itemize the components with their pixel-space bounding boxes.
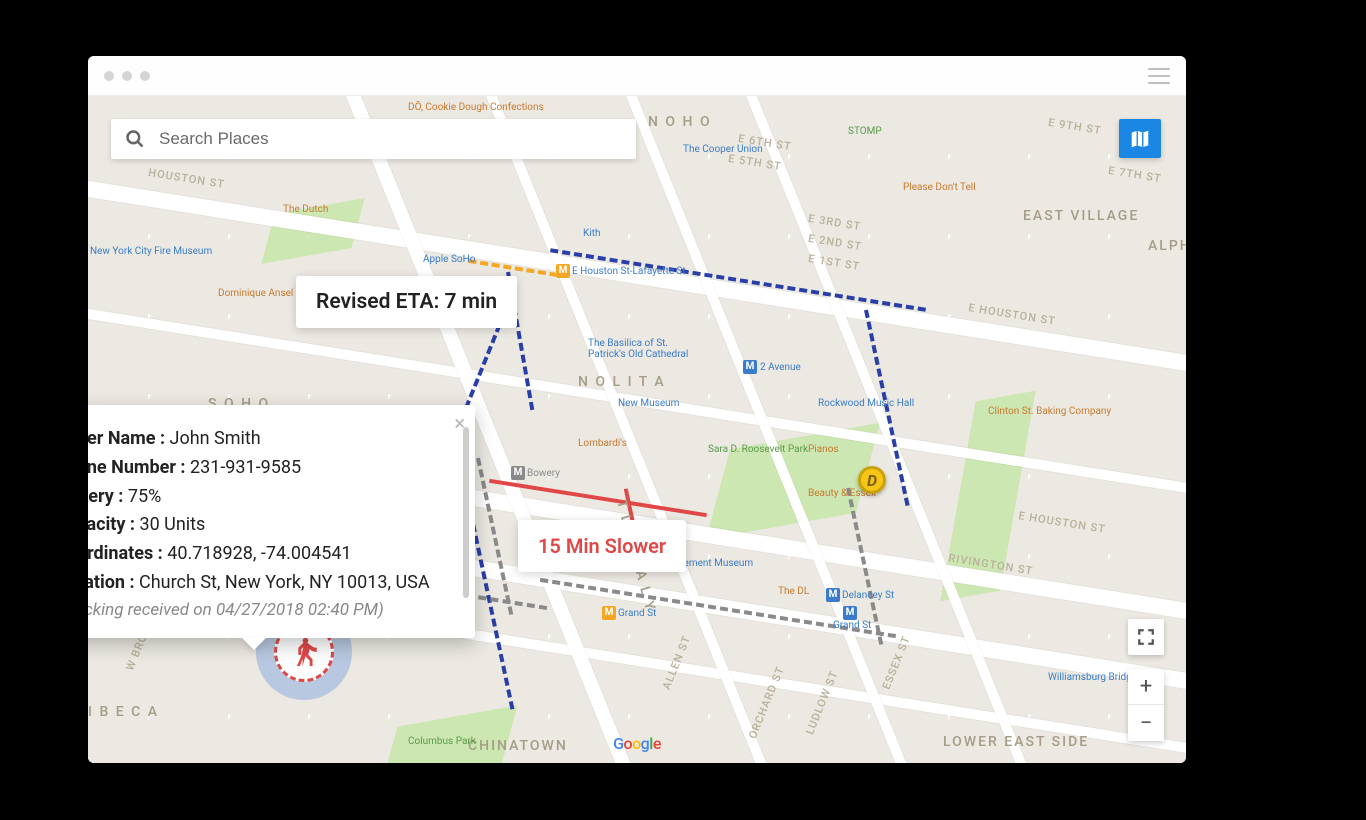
map-district-chinatown: CHINATOWN [468, 738, 568, 754]
card-scrollbar[interactable] [463, 427, 469, 598]
fullscreen-button[interactable] [1128, 619, 1164, 655]
map-district-east-village: EAST VILLAGE [1023, 208, 1139, 224]
poi-tenement: nement Museum [678, 558, 753, 569]
info-capacity: Capacity : 30 Units [88, 511, 453, 540]
alt-route-tooltip: 15 Min Slower [518, 520, 686, 572]
poi-kith: Kith [583, 228, 601, 239]
poi-do: DŌ, Cookie Dough Confections [408, 102, 544, 113]
poi-basilica: The Basilica of St. Patrick's Old Cathed… [588, 338, 688, 360]
poi-dont-tell: Please Don't Tell [903, 182, 976, 193]
driver-info-card: × Driver Name : John Smith Phone Number … [88, 405, 475, 638]
map-icon [1129, 128, 1151, 150]
search-input[interactable] [159, 129, 622, 149]
poi-lombardi: Lombardi's [578, 438, 627, 449]
poi-williamsburg: Williamsburg Bridge [1048, 672, 1137, 683]
browser-window: N O H O N O L I T A S O H O EAST VILLAGE… [88, 56, 1186, 763]
poi-stomp: STOMP [848, 126, 882, 137]
menu-icon[interactable] [1148, 68, 1170, 84]
info-location: Location : Church St, New York, NY 10013… [88, 569, 453, 598]
destination-marker[interactable]: D [858, 466, 886, 494]
map-district-alpha: ALPH [1148, 238, 1186, 254]
map-district-noho: N O H O [648, 114, 712, 130]
map-district-tribeca: I B E C A [88, 704, 159, 720]
metro-grand: Grand St [618, 608, 656, 619]
info-battery: Battery : 75% [88, 483, 453, 512]
fullscreen-icon [1137, 628, 1155, 646]
poi-rockwood: Rockwood Music Hall [818, 398, 914, 409]
map-layers-button[interactable] [1119, 119, 1161, 158]
poi-nycfire: New York City Fire Museum [90, 246, 212, 257]
map-canvas[interactable]: N O H O N O L I T A S O H O EAST VILLAGE… [88, 96, 1186, 763]
metro-delancey: Delancey St [842, 590, 894, 601]
poi-new-museum: New Museum [618, 398, 679, 409]
poi-columbus: Columbus Park [408, 736, 476, 747]
metro-second-ave: 2 Avenue [760, 362, 801, 373]
metro-houston-lafayette: E Houston St-Lafayette St [572, 266, 686, 277]
browser-chrome [88, 56, 1186, 96]
google-logo: Google [613, 734, 661, 753]
poi-roosevelt: Sara D. Roosevelt Park [708, 444, 808, 455]
poi-dutch: The Dutch [283, 204, 328, 215]
info-phone: Phone Number : 231-931-9585 [88, 454, 453, 483]
metro-grand2: Grand St [833, 620, 871, 631]
info-coords: Coordinates : 40.718928, -74.004541 [88, 540, 453, 569]
poi-clinton: Clinton St. Baking Company [988, 406, 1111, 417]
walking-person-icon [287, 635, 321, 669]
poi-dl: The DL [778, 586, 809, 597]
poi-apple: Apple SoHo [423, 254, 475, 265]
map-controls: + − [1128, 619, 1164, 741]
info-tracking-timestamp: (Tracking received on 04/27/2018 02:40 P… [88, 600, 453, 620]
search-bar[interactable] [111, 119, 636, 159]
poi-pianos: Pianos [808, 444, 839, 455]
metro-bowery: Bowery [527, 468, 560, 479]
map-district-nolita: N O L I T A [578, 374, 666, 390]
search-icon [125, 129, 145, 149]
window-traffic-lights [104, 71, 150, 81]
eta-tooltip: Revised ETA: 7 min [296, 276, 517, 328]
info-driver-name: Driver Name : John Smith [88, 425, 453, 454]
map-district-lower-east: LOWER EAST SIDE [943, 734, 1089, 750]
zoom-out-button[interactable]: − [1128, 705, 1164, 741]
zoom-in-button[interactable]: + [1128, 669, 1164, 705]
